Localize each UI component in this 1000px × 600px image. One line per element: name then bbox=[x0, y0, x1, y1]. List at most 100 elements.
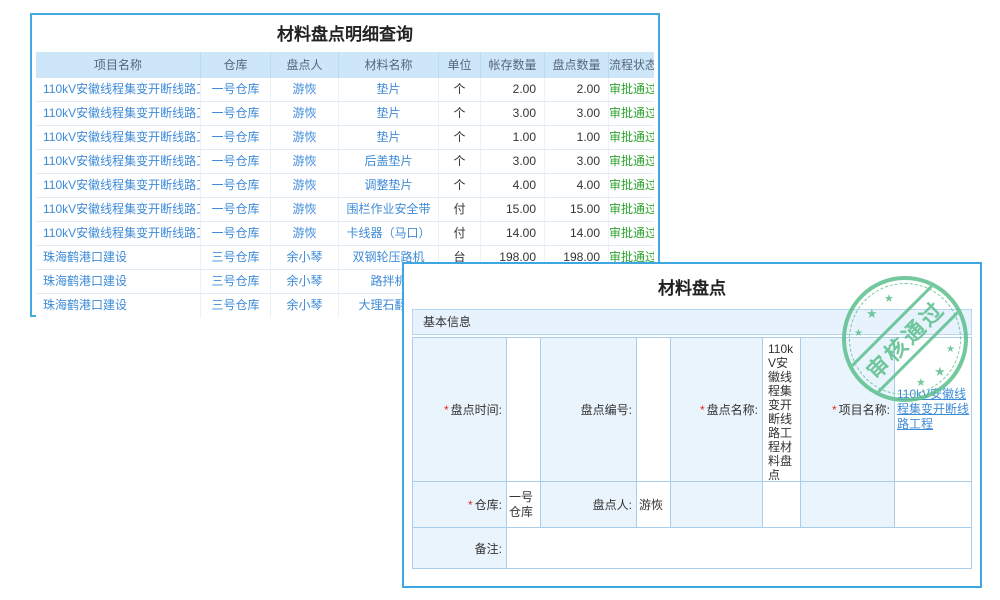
star-icon: ★ bbox=[934, 364, 946, 380]
table-row: 110kV安徽线程集变开断线路工程一号仓库游恢垫片个2.002.00审批通过 bbox=[36, 78, 654, 102]
column-header-4: 单位 bbox=[439, 52, 481, 78]
warehouse-link[interactable]: 一号仓库 bbox=[201, 150, 271, 174]
status-cell: 审批通过 bbox=[609, 78, 654, 102]
star-icon: ★ bbox=[854, 328, 863, 339]
star-icon: ★ bbox=[884, 292, 894, 305]
project-link[interactable]: 110kV安徽线程集变开断线路工程 bbox=[36, 174, 201, 198]
table-row: 110kV安徽线程集变开断线路工程一号仓库游恢垫片个3.003.00审批通过 bbox=[36, 102, 654, 126]
person-link[interactable]: 游恢 bbox=[271, 174, 339, 198]
star-icon: ★ bbox=[946, 344, 955, 355]
person-link[interactable]: 游恢 bbox=[271, 78, 339, 102]
table-row: 110kV安徽线程集变开断线路工程一号仓库游恢调整垫片个4.004.00审批通过 bbox=[36, 174, 654, 198]
stock-qty-cell: 2.00 bbox=[481, 78, 545, 102]
status-cell: 审批通过 bbox=[609, 198, 654, 222]
material-link[interactable]: 卡线器（马口） bbox=[339, 222, 439, 246]
column-header-3: 材料名称 bbox=[339, 52, 439, 78]
warehouse-link[interactable]: 一号仓库 bbox=[201, 102, 271, 126]
project-link[interactable]: 珠海鹤港口建设 bbox=[36, 294, 201, 318]
empty-value-cell bbox=[895, 482, 971, 528]
warehouse-link[interactable]: 一号仓库 bbox=[201, 198, 271, 222]
required-mark: * bbox=[700, 403, 705, 417]
count-qty-cell: 1.00 bbox=[545, 126, 609, 150]
table-row: 110kV安徽线程集变开断线路工程一号仓库游恢围栏作业安全带付15.0015.0… bbox=[36, 198, 654, 222]
inventory-number-field[interactable] bbox=[637, 338, 671, 482]
unit-cell: 个 bbox=[439, 78, 481, 102]
unit-cell: 个 bbox=[439, 102, 481, 126]
unit-cell: 个 bbox=[439, 150, 481, 174]
count-qty-cell: 14.00 bbox=[545, 222, 609, 246]
column-header-2: 盘点人 bbox=[271, 52, 339, 78]
table-row: 110kV安徽线程集变开断线路工程一号仓库游恢垫片个1.001.00审批通过 bbox=[36, 126, 654, 150]
person-link[interactable]: 游恢 bbox=[271, 198, 339, 222]
unit-cell: 个 bbox=[439, 174, 481, 198]
unit-cell: 付 bbox=[439, 222, 481, 246]
warehouse-link[interactable]: 一号仓库 bbox=[201, 126, 271, 150]
column-header-0: 项目名称 bbox=[36, 52, 201, 78]
status-cell: 审批通过 bbox=[609, 174, 654, 198]
inventory-time-label: * 盘点时间: bbox=[413, 338, 507, 482]
project-link[interactable]: 110kV安徽线程集变开断线路工程 bbox=[36, 102, 201, 126]
empty-label-cell bbox=[671, 482, 763, 528]
material-link[interactable]: 垫片 bbox=[339, 78, 439, 102]
warehouse-link[interactable]: 三号仓库 bbox=[201, 294, 271, 318]
person-link[interactable]: 余小琴 bbox=[271, 270, 339, 294]
count-qty-cell: 4.00 bbox=[545, 174, 609, 198]
material-link[interactable]: 垫片 bbox=[339, 102, 439, 126]
status-cell: 审批通过 bbox=[609, 102, 654, 126]
column-header-7: 流程状态 bbox=[609, 52, 654, 78]
warehouse-field[interactable]: 一号仓库 bbox=[507, 482, 541, 528]
warehouse-label: * 仓库: bbox=[413, 482, 507, 528]
stamp-circle-icon: ★ ★ ★ ★ ★ ★ 审核通过 bbox=[842, 276, 968, 402]
empty-label-cell bbox=[801, 482, 895, 528]
unit-cell: 付 bbox=[439, 198, 481, 222]
person-link[interactable]: 余小琴 bbox=[271, 294, 339, 318]
project-link[interactable]: 110kV安徽线程集变开断线路工程 bbox=[36, 150, 201, 174]
count-qty-cell: 15.00 bbox=[545, 198, 609, 222]
warehouse-value: 一号仓库 bbox=[509, 490, 538, 520]
inventory-name-value: 110kV安徽线程集变开断线路工程材料盘点 bbox=[765, 340, 798, 484]
remark-label: 备注: bbox=[413, 528, 507, 568]
inventory-time-field[interactable] bbox=[507, 338, 541, 482]
project-link[interactable]: 110kV安徽线程集变开断线路工程 bbox=[36, 198, 201, 222]
warehouse-link[interactable]: 一号仓库 bbox=[201, 78, 271, 102]
warehouse-link[interactable]: 三号仓库 bbox=[201, 270, 271, 294]
person-link[interactable]: 游恢 bbox=[271, 150, 339, 174]
star-icon: ★ bbox=[866, 306, 878, 322]
count-qty-cell: 3.00 bbox=[545, 102, 609, 126]
project-link[interactable]: 110kV安徽线程集变开断线路工程 bbox=[36, 78, 201, 102]
material-link[interactable]: 垫片 bbox=[339, 126, 439, 150]
material-link[interactable]: 调整垫片 bbox=[339, 174, 439, 198]
approval-stamp: ★ ★ ★ ★ ★ ★ 审核通过 bbox=[842, 276, 968, 402]
stock-qty-cell: 14.00 bbox=[481, 222, 545, 246]
inventory-name-field[interactable]: 110kV安徽线程集变开断线路工程材料盘点 bbox=[763, 338, 801, 482]
warehouse-link[interactable]: 一号仓库 bbox=[201, 174, 271, 198]
stock-qty-cell: 1.00 bbox=[481, 126, 545, 150]
inventory-person-label: 盘点人: bbox=[541, 482, 637, 528]
material-link[interactable]: 后盖垫片 bbox=[339, 150, 439, 174]
person-link[interactable]: 游恢 bbox=[271, 222, 339, 246]
status-cell: 审批通过 bbox=[609, 222, 654, 246]
required-mark: * bbox=[832, 403, 837, 417]
project-link[interactable]: 珠海鹤港口建设 bbox=[36, 246, 201, 270]
status-cell: 审批通过 bbox=[609, 150, 654, 174]
project-link[interactable]: 珠海鹤港口建设 bbox=[36, 270, 201, 294]
project-link[interactable]: 110kV安徽线程集变开断线路工程 bbox=[36, 222, 201, 246]
project-link[interactable]: 110kV安徽线程集变开断线路工程 bbox=[36, 126, 201, 150]
person-link[interactable]: 游恢 bbox=[271, 102, 339, 126]
inventory-name-label: * 盘点名称: bbox=[671, 338, 763, 482]
count-qty-cell: 3.00 bbox=[545, 150, 609, 174]
column-header-6: 盘点数量 bbox=[545, 52, 609, 78]
query-window-title: 材料盘点明细查询 bbox=[32, 15, 658, 52]
person-link[interactable]: 游恢 bbox=[271, 126, 339, 150]
warehouse-link[interactable]: 一号仓库 bbox=[201, 222, 271, 246]
column-header-1: 仓库 bbox=[201, 52, 271, 78]
remark-field[interactable] bbox=[507, 528, 971, 568]
person-link[interactable]: 余小琴 bbox=[271, 246, 339, 270]
material-link[interactable]: 围栏作业安全带 bbox=[339, 198, 439, 222]
inventory-number-label: 盘点编号: bbox=[541, 338, 637, 482]
warehouse-link[interactable]: 三号仓库 bbox=[201, 246, 271, 270]
inventory-person-field[interactable]: 游恢 bbox=[637, 482, 671, 528]
stock-qty-cell: 3.00 bbox=[481, 102, 545, 126]
stock-qty-cell: 4.00 bbox=[481, 174, 545, 198]
count-qty-cell: 2.00 bbox=[545, 78, 609, 102]
